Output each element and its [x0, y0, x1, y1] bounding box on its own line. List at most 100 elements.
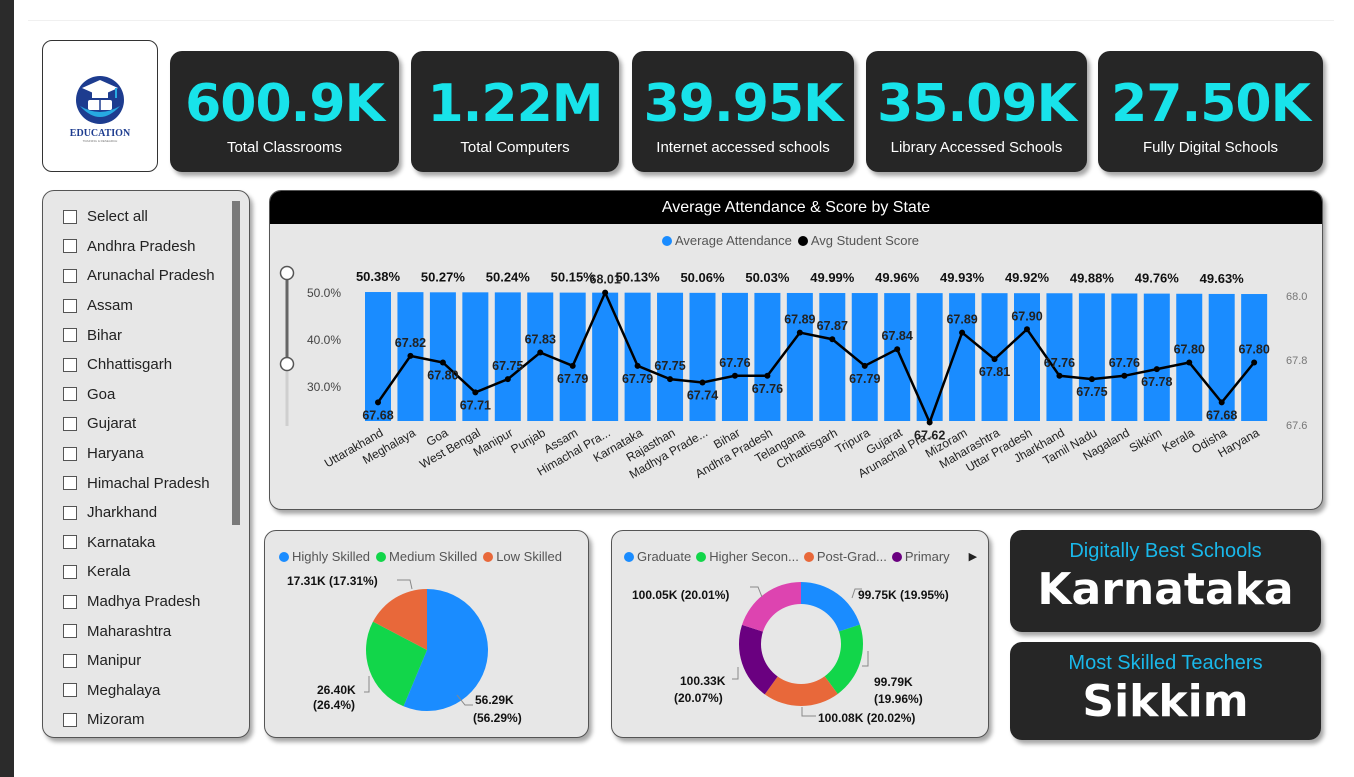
score-point[interactable]	[861, 362, 868, 369]
slicer-item[interactable]: Arunachal Pradesh	[43, 261, 249, 291]
score-point[interactable]	[407, 352, 414, 359]
score-point[interactable]	[1121, 372, 1128, 379]
slicer-item[interactable]: Madhya Pradesh	[43, 587, 249, 617]
bar[interactable]	[884, 293, 911, 421]
checkbox-icon[interactable]	[63, 328, 77, 343]
checkbox-icon[interactable]	[63, 594, 77, 609]
pie-label-high-pct: (56.29%)	[473, 711, 522, 725]
slicer-item[interactable]: Mizoram	[43, 705, 249, 735]
score-point[interactable]	[1153, 366, 1160, 373]
score-point[interactable]	[991, 356, 998, 363]
bar-value-label: 50.24%	[486, 269, 531, 284]
score-point[interactable]	[959, 329, 966, 336]
bar[interactable]	[657, 292, 684, 421]
bar-value-label: 50.27%	[421, 269, 466, 284]
slicer-item[interactable]: Gujarat	[43, 409, 249, 439]
slicer-item[interactable]: Jharkhand	[43, 498, 249, 528]
card-digitally-best-schools: Digitally Best Schools Karnataka	[1010, 530, 1321, 632]
slicer-item[interactable]: Himachal Pradesh	[43, 468, 249, 498]
checkbox-icon[interactable]	[63, 564, 77, 579]
slicer-item[interactable]: Kerala	[43, 557, 249, 587]
checkbox-icon[interactable]	[63, 624, 77, 639]
bar[interactable]	[1241, 294, 1268, 421]
score-point[interactable]	[537, 349, 544, 356]
score-point[interactable]	[602, 289, 609, 296]
bar-value-label: 50.03%	[745, 270, 790, 285]
score-point[interactable]	[1251, 359, 1258, 366]
slicer-item[interactable]: Manipur	[43, 646, 249, 676]
checkbox-icon[interactable]	[63, 298, 77, 313]
score-point[interactable]	[1056, 372, 1063, 379]
score-value-label: 67.83	[525, 333, 556, 347]
donut-slice[interactable]	[824, 624, 863, 694]
bar[interactable]	[429, 292, 456, 421]
slicer-scrollbar[interactable]	[232, 201, 240, 525]
slicer-item[interactable]: Chhattisgarh	[43, 350, 249, 380]
donut-slice[interactable]	[742, 582, 801, 632]
checkbox-icon[interactable]	[63, 209, 77, 224]
score-point[interactable]	[829, 336, 836, 343]
score-point[interactable]	[894, 346, 901, 353]
score-point[interactable]	[1186, 359, 1193, 366]
slicer-list: Select all Andhra Pradesh Arunachal Prades…	[43, 191, 249, 735]
score-point[interactable]	[764, 372, 771, 379]
bar[interactable]	[559, 292, 586, 421]
slider-handle-bottom[interactable]	[279, 356, 295, 372]
slicer-select-all[interactable]: Select all	[43, 202, 249, 232]
slicer-item-label: Chhattisgarh	[87, 356, 173, 374]
slicer-item[interactable]: Karnataka	[43, 528, 249, 558]
score-point[interactable]	[1024, 326, 1030, 333]
score-point[interactable]	[504, 376, 511, 383]
checkbox-icon[interactable]	[63, 416, 77, 431]
checkbox-icon[interactable]	[63, 268, 77, 283]
score-point[interactable]	[634, 362, 641, 369]
slicer-item[interactable]: Bihar	[43, 320, 249, 350]
bar[interactable]	[494, 292, 521, 421]
slicer-item[interactable]: Haryana	[43, 439, 249, 469]
donut-label-higher-secondary: 99.79K	[874, 675, 913, 689]
bar[interactable]	[819, 293, 846, 421]
zoom-slider[interactable]	[279, 265, 295, 427]
bar[interactable]	[1176, 293, 1203, 421]
checkbox-icon[interactable]	[63, 239, 77, 254]
score-value-label: 67.80	[1239, 343, 1270, 357]
score-point[interactable]	[375, 399, 381, 406]
score-point[interactable]	[1218, 399, 1225, 406]
card-most-skilled-teachers: Most Skilled Teachers Sikkim	[1010, 642, 1321, 740]
slicer-item[interactable]: Goa	[43, 380, 249, 410]
score-point[interactable]	[731, 372, 738, 379]
bar[interactable]	[1078, 293, 1105, 421]
score-point[interactable]	[439, 359, 446, 366]
checkbox-icon[interactable]	[63, 535, 77, 550]
slicer-item[interactable]: Maharashtra	[43, 616, 249, 646]
score-point[interactable]	[926, 419, 933, 426]
pie-label-high: 56.29K	[475, 693, 514, 707]
slicer-item[interactable]: Meghalaya	[43, 676, 249, 706]
checkbox-icon[interactable]	[63, 357, 77, 372]
checkbox-icon[interactable]	[63, 446, 77, 461]
bar[interactable]	[624, 292, 651, 421]
kpi-total-classrooms: 600.9K Total Classrooms	[170, 51, 399, 172]
score-point[interactable]	[667, 376, 674, 383]
score-point[interactable]	[796, 329, 803, 336]
checkbox-icon[interactable]	[63, 387, 77, 402]
donut-slice[interactable]	[764, 676, 838, 706]
score-point[interactable]	[569, 362, 576, 369]
bar[interactable]	[1143, 293, 1170, 421]
slider-handle-top[interactable]	[279, 265, 295, 281]
score-value-label: 67.84	[882, 329, 913, 343]
slicer-item[interactable]: Andhra Pradesh	[43, 232, 249, 262]
checkbox-icon[interactable]	[63, 476, 77, 491]
checkbox-icon[interactable]	[63, 712, 77, 727]
score-point[interactable]	[472, 389, 479, 396]
score-point[interactable]	[1088, 376, 1095, 383]
checkbox-icon[interactable]	[63, 653, 77, 668]
donut-slice[interactable]	[739, 624, 778, 695]
slicer-item[interactable]: Assam	[43, 291, 249, 321]
checkbox-icon[interactable]	[63, 505, 77, 520]
score-point[interactable]	[699, 379, 706, 386]
bar-value-label: 49.96%	[875, 270, 920, 285]
bar[interactable]	[754, 292, 781, 421]
checkbox-icon[interactable]	[63, 683, 77, 698]
donut-slice[interactable]	[801, 582, 860, 632]
